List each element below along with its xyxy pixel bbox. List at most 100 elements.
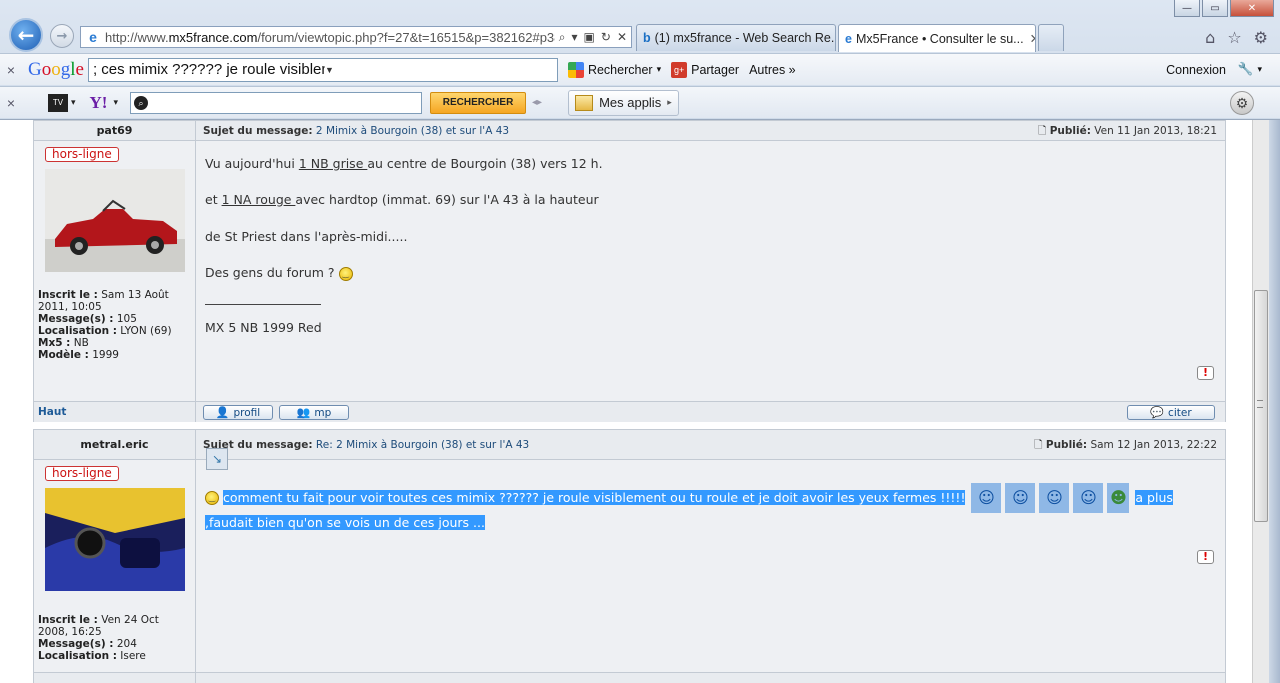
refresh-icon[interactable]: ↻ (601, 30, 611, 45)
post-content: Vu aujourd'hui 1 NB grise au centre de B… (196, 141, 1225, 401)
wrench-icon[interactable]: 🔧 (1238, 62, 1254, 77)
tab-mx5france[interactable]: e Mx5France • Consulter le su... ✕ (838, 24, 1036, 52)
post-footer-partial (33, 672, 1226, 683)
yahoo-toolbar: × TV ▾ Y! ▾ ⌕ RECHERCHER ◂▸ Mes applis ▸… (0, 86, 1280, 118)
status-badge: hors-ligne (45, 147, 119, 162)
post-author[interactable]: pat69 (34, 121, 196, 140)
laughing-smiley-icon: ☺ (971, 483, 1002, 513)
tab-bing-search[interactable]: b (1) mx5france - Web Search Re... (636, 24, 836, 51)
pm-button[interactable]: 👥 mp (279, 405, 349, 420)
post-author[interactable]: metral.eric (34, 430, 196, 459)
google-search-button[interactable]: Rechercher ▾ (567, 61, 662, 78)
chevron-down-icon[interactable]: ▼ (325, 65, 557, 75)
report-button[interactable]: ! (1197, 550, 1214, 564)
address-bar[interactable]: e http://www.mx5france.com/forum/viewtop… (80, 26, 632, 48)
message-count: 204 (116, 638, 137, 650)
chevron-down-icon[interactable]: ▾ (1257, 64, 1262, 75)
published-label: Publié: (1049, 125, 1091, 137)
post-icon[interactable]: 🗋 (1038, 125, 1046, 137)
post-subject: Sujet du message: Re: 2 Mimix à Bourgoin… (196, 430, 1034, 459)
inline-link[interactable]: 1 NB grise (299, 156, 368, 171)
chevron-down-icon[interactable]: ▾ (71, 97, 76, 108)
search-icon[interactable]: ⌕ (559, 30, 566, 45)
date-value: Ven 11 Jan 2013, 18:21 (1094, 125, 1217, 137)
minimize-button[interactable]: — (1174, 0, 1200, 17)
gear-icon[interactable]: ⚙ (1254, 28, 1268, 47)
new-tab-button[interactable] (1038, 24, 1064, 51)
more-button-label: Autres » (749, 62, 796, 77)
text: Des gens du forum ? (205, 265, 335, 280)
yahoo-search-input[interactable]: ⌕ (130, 91, 423, 114)
green-smiley-icon: ☻ (1107, 483, 1130, 513)
my-apps-button[interactable]: Mes applis ▸ (568, 89, 679, 116)
laughing-smiley-icon: ☺ (1073, 483, 1104, 513)
search-icon: ⌕ (134, 95, 149, 110)
report-button[interactable]: ! (1197, 366, 1214, 380)
post-subject: Sujet du message: 2 Mimix à Bourgoin (38… (196, 121, 1038, 140)
google-search-input[interactable]: ; ces mimix ?????? je roule visiblement … (87, 57, 558, 82)
forum-page: pat69 Sujet du message: 2 Mimix à Bourgo… (0, 120, 1252, 683)
login-button[interactable]: Connexion 🔧 ▾ (1166, 62, 1262, 77)
location: LYON (69) (120, 325, 172, 337)
url-domain: mx5france.com (168, 29, 258, 45)
subject-link[interactable]: 2 Mimix à Bourgoin (38) et sur l'A 43 (316, 125, 509, 137)
dropdown-icon[interactable]: ▾ (572, 30, 578, 45)
back-arrow-icon: ← (17, 23, 35, 47)
status-badge: hors-ligne (45, 466, 119, 481)
pm-label: mp (314, 406, 332, 419)
tv-icon[interactable]: TV (48, 93, 68, 112)
yahoo-settings-gear-icon[interactable]: ⚙ (1230, 91, 1254, 115)
close-tab-icon[interactable]: ✕ (1030, 31, 1035, 46)
post-line: et 1 NA rouge avec hardtop (immat. 69) s… (205, 192, 599, 207)
expand-icon[interactable]: ↘ (206, 448, 228, 470)
info-label: Localisation : (38, 650, 117, 662)
close-toolbar-icon[interactable]: × (0, 95, 22, 111)
vertical-scrollbar[interactable] (1252, 120, 1269, 683)
quote-button[interactable]: 💬 citer (1127, 405, 1215, 420)
yahoo-logo[interactable]: Y! (90, 93, 108, 113)
post-body: hors-ligne Inscrit le : Sam 13 Août 2011… (34, 141, 1225, 401)
inline-link[interactable]: 1 NA rouge (222, 192, 296, 207)
yahoo-search-button[interactable]: RECHERCHER (430, 91, 527, 114)
info-label: Message(s) : (38, 313, 114, 325)
quote-label: citer (1168, 406, 1192, 419)
profile-button[interactable]: 👤 profil (203, 405, 273, 420)
text: avec hardtop (immat. 69) sur l'A 43 à la… (295, 192, 599, 207)
home-icon[interactable]: ⌂ (1205, 28, 1215, 47)
close-window-button[interactable]: ✕ (1230, 0, 1274, 17)
close-toolbar-icon[interactable]: × (0, 62, 22, 78)
google-logo: Google (28, 58, 84, 80)
forum-post: pat69 Sujet du message: 2 Mimix à Bourgo… (33, 120, 1226, 422)
chevron-down-icon: ▾ (656, 64, 662, 74)
info-label: Mx5 : (38, 337, 71, 349)
login-label: Connexion (1166, 62, 1226, 77)
tab-label: Mx5France • Consulter le su... (855, 31, 1024, 46)
mx5-model: NB (73, 337, 89, 349)
subject-link[interactable]: Re: 2 Mimix à Bourgoin (38) et sur l'A 4… (316, 439, 529, 451)
back-to-top-link[interactable]: Haut (34, 402, 196, 422)
text: et (205, 192, 222, 207)
url-path: /forum/viewtopic.php?f=27&t=16515&p=3821… (257, 29, 555, 45)
favorites-star-icon[interactable]: ☆ (1227, 28, 1241, 47)
forward-arrow-icon: → (56, 28, 68, 44)
back-button[interactable]: ← (9, 18, 43, 52)
post-icon[interactable]: 🗋 (1034, 439, 1042, 451)
chevron-down-icon[interactable]: ▾ (113, 97, 118, 108)
info-label: Message(s) : (38, 638, 114, 650)
ie-page-icon: e (89, 29, 97, 45)
more-button[interactable]: Autres » (749, 63, 796, 77)
stop-icon[interactable]: ✕ (617, 30, 627, 45)
post-date: 🗋 Publié: Sam 12 Jan 2013, 22:22 (1034, 430, 1225, 459)
search-button-label: Rechercher (587, 62, 653, 77)
forum-post: metral.eric Sujet du message: Re: 2 Mimi… (33, 429, 1226, 683)
share-button[interactable]: g+ Partager (671, 61, 739, 78)
resize-handle-icon[interactable]: ◂▸ (532, 97, 542, 108)
forward-button[interactable]: → (50, 24, 74, 48)
maximize-button[interactable]: ▭ (1202, 0, 1228, 17)
address-url[interactable]: http://www.mx5france.com/forum/viewtopic… (105, 30, 555, 45)
author-info: Inscrit le : Ven 24 Oct 2008, 16:25 Mess… (38, 614, 191, 662)
compat-view-icon[interactable]: ▣ (584, 30, 595, 45)
text: au centre de Bourgoin (38) vers 12 h. (367, 156, 603, 171)
smiley-icon: ‿ (338, 266, 353, 281)
google-toolbar: × Google ; ces mimix ?????? je roule vis… (0, 53, 1280, 85)
